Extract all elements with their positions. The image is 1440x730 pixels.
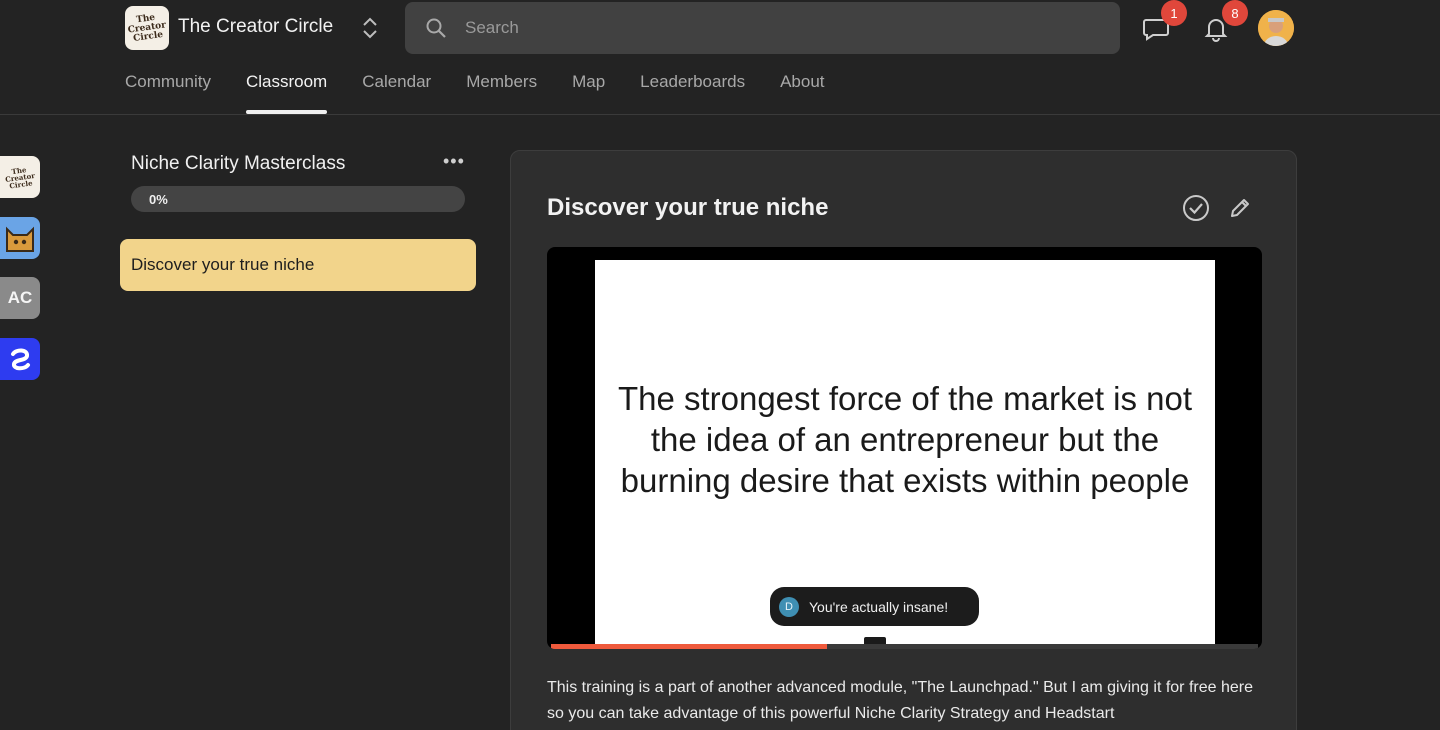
video-player[interactable]: The strongest force of the market is not… (547, 247, 1262, 649)
search-input[interactable] (465, 2, 1105, 54)
tab-members[interactable]: Members (466, 72, 537, 114)
rail-item-cat[interactable] (0, 217, 40, 259)
mark-complete-button[interactable] (1182, 194, 1210, 227)
lesson-description: This training is a part of another advan… (547, 679, 1253, 722)
tab-leaderboards[interactable]: Leaderboards (640, 72, 745, 114)
chat-badge: 1 (1161, 0, 1187, 26)
tab-about[interactable]: About (780, 72, 824, 114)
timestamp-comment[interactable]: D You're actually insane! (770, 587, 979, 626)
rail-item-ac[interactable]: AC (0, 277, 40, 319)
course-title: Niche Clarity Masterclass (131, 153, 346, 174)
rail-logo-text: The Creator Circle (4, 164, 36, 191)
nav-tabs: Community Classroom Calendar Members Map… (125, 72, 860, 114)
comment-text: You're actually insane! (809, 598, 949, 615)
video-slide: The strongest force of the market is not… (595, 260, 1215, 649)
course-progress-bar: 0% (131, 186, 465, 212)
check-circle-icon (1183, 195, 1209, 221)
community-switcher-icon[interactable] (360, 15, 380, 41)
tab-map[interactable]: Map (572, 72, 605, 114)
commenter-avatar: D (779, 596, 799, 617)
swirl-icon (11, 348, 30, 371)
tab-calendar[interactable]: Calendar (362, 72, 431, 114)
community-title[interactable]: The Creator Circle (178, 16, 333, 38)
tab-community[interactable]: Community (125, 72, 211, 114)
community-logo[interactable]: The Creator Circle (125, 6, 169, 50)
cat-icon (6, 226, 34, 252)
video-progress-fill (551, 644, 827, 649)
pencil-icon (1231, 199, 1249, 217)
user-avatar[interactable] (1258, 10, 1294, 46)
search-bar[interactable] (405, 2, 1120, 54)
edit-button[interactable] (1227, 195, 1253, 226)
video-progress-bar[interactable] (551, 644, 1258, 649)
rail-item-swirl[interactable] (0, 338, 40, 380)
lesson-title: Discover your true niche (547, 194, 829, 221)
rail-item-creator-circle[interactable]: The Creator Circle (0, 156, 40, 198)
more-options-icon[interactable]: ••• (443, 152, 465, 172)
course-progress-label: 0% (149, 192, 168, 207)
notifications-badge: 8 (1222, 0, 1248, 26)
lesson-card: Discover your true niche The strongest f… (510, 150, 1297, 730)
search-icon (426, 18, 446, 38)
top-bar: The Creator Circle The Creator Circle 1 … (0, 0, 1440, 115)
slide-quote: The strongest force of the market is not… (617, 380, 1193, 499)
tab-classroom[interactable]: Classroom (245, 72, 328, 114)
logo-text: The Creator Circle (127, 12, 167, 44)
lesson-item-discover-niche[interactable]: Discover your true niche (120, 239, 476, 291)
